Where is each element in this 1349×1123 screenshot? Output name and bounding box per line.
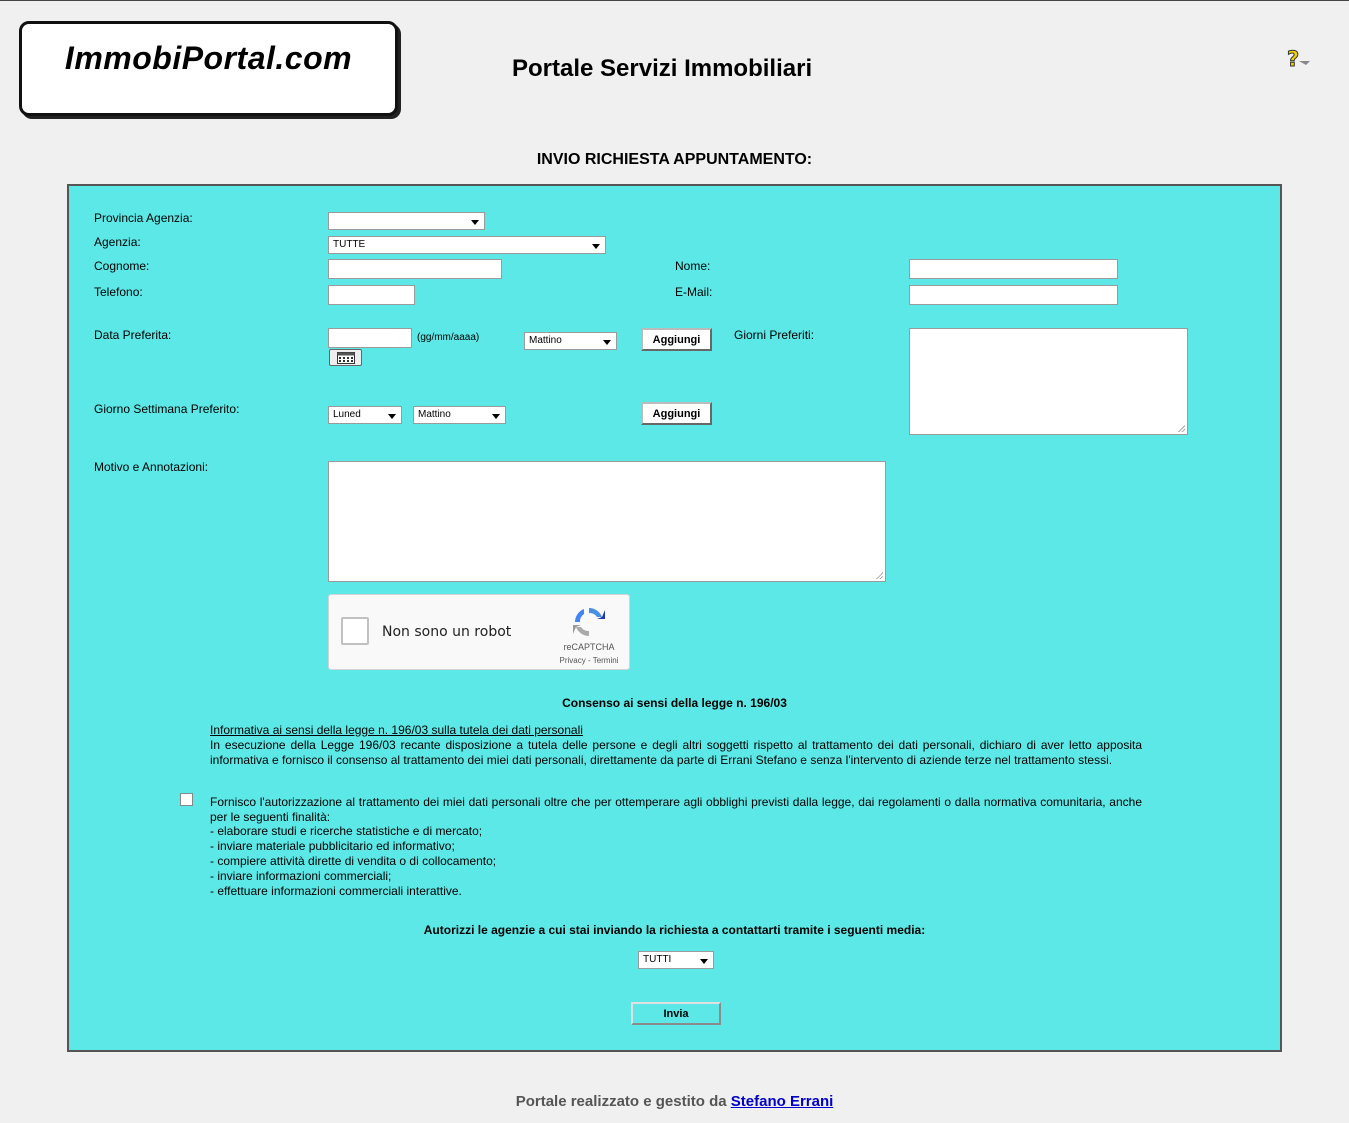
calendar-button[interactable]	[329, 349, 362, 366]
media-select[interactable]: TUTTI	[638, 951, 714, 969]
giorni-preferiti-textarea[interactable]	[909, 328, 1188, 435]
agenzia-select[interactable]: TUTTE	[328, 236, 606, 254]
chevron-down-icon	[388, 414, 396, 419]
privacy-info-text: In esecuzione della Legge 196/03 recante…	[210, 738, 1142, 767]
giorno-settimana-value: Luned	[333, 409, 361, 420]
data-fascia-select[interactable]: Mattino	[524, 332, 617, 350]
consent-title: Consenso ai sensi della legge n. 196/03	[562, 696, 787, 710]
top-border	[0, 0, 1349, 1]
giorno-settimana-select[interactable]: Luned	[328, 406, 402, 424]
logo-text: ImmobiPortal.com	[64, 40, 353, 76]
telefono-input[interactable]	[328, 285, 415, 305]
data-preferita-input[interactable]	[328, 328, 412, 348]
recaptcha-brand: reCAPTCHA	[563, 642, 615, 652]
privacy-consent-checkbox[interactable]	[180, 793, 193, 806]
consent-auth-text: Fornisco l'autorizzazione al trattamento…	[210, 795, 1142, 824]
nome-label: Nome:	[675, 259, 711, 273]
list-item: - effettuare informazioni commerciali in…	[210, 884, 462, 898]
provincia-label: Provincia Agenzia:	[94, 211, 193, 225]
list-item: - compiere attività dirette di vendita o…	[210, 854, 497, 868]
motivo-textarea[interactable]	[328, 461, 886, 582]
media-title: Autorizzi le agenzie a cui stai inviando…	[423, 923, 926, 937]
chevron-down-icon	[592, 244, 600, 249]
email-input[interactable]	[909, 285, 1118, 305]
site-logo[interactable]: ImmobiPortal.com	[19, 21, 398, 116]
giorno-fascia-value: Mattino	[418, 409, 451, 420]
giorno-fascia-select[interactable]: Mattino	[413, 406, 506, 424]
telefono-label: Telefono:	[94, 285, 143, 299]
date-format-hint: (gg/mm/aaaa)	[417, 332, 480, 343]
giorni-preferiti-label: Giorni Preferiti:	[734, 328, 815, 342]
recaptcha-logo-icon	[573, 608, 605, 636]
email-label: E-Mail:	[675, 285, 713, 299]
data-fascia-value: Mattino	[529, 335, 562, 346]
cognome-label: Cognome:	[94, 259, 150, 273]
appointment-form: Provincia Agenzia: Agenzia: TUTTE Cognom…	[67, 184, 1282, 1052]
author-link[interactable]: Stefano Errani	[731, 1093, 834, 1110]
site-title: Portale Servizi Immobiliari	[512, 55, 813, 82]
recaptcha-checkbox[interactable]	[341, 617, 369, 645]
footer-text: Portale realizzato e gestito da	[515, 1093, 727, 1110]
resize-grip-icon[interactable]	[1178, 425, 1185, 432]
page-heading: INVIO RICHIESTA APPUNTAMENTO:	[536, 151, 813, 168]
calendar-icon	[336, 351, 355, 364]
chevron-down-icon	[700, 959, 708, 964]
resize-grip-icon[interactable]	[876, 572, 883, 579]
footer: Portale realizzato e gestito da Stefano …	[0, 1093, 1349, 1110]
provincia-select[interactable]	[328, 212, 485, 230]
privacy-info-link[interactable]: Informativa ai sensi della legge n. 196/…	[210, 723, 583, 737]
recaptcha-links[interactable]: Privacy - Termini	[554, 656, 624, 665]
chevron-down-icon	[492, 414, 500, 419]
data-preferita-label: Data Preferita:	[94, 328, 172, 342]
motivo-label: Motivo e Annotazioni:	[94, 460, 209, 474]
agenzia-label: Agenzia:	[94, 235, 141, 249]
recaptcha-label: Non sono un robot	[382, 624, 512, 640]
consent-purposes-list: - elaborare studi e ricerche statistiche…	[210, 824, 496, 899]
help-question-icon[interactable]: ?	[1286, 47, 1312, 71]
agenzia-value: TUTTE	[333, 239, 366, 250]
aggiungi-giorno-button[interactable]: Aggiungi	[641, 402, 712, 425]
giorno-settimana-label: Giorno Settimana Preferito:	[94, 402, 240, 416]
media-value: TUTTI	[643, 954, 672, 965]
submit-button[interactable]: Invia	[631, 1002, 721, 1025]
nome-input[interactable]	[909, 259, 1118, 279]
recaptcha-widget: Non sono un robot reCAPTCHA Privacy - Te…	[328, 594, 630, 670]
aggiungi-data-button[interactable]: Aggiungi	[641, 328, 712, 351]
cognome-input[interactable]	[328, 259, 502, 279]
list-item: - elaborare studi e ricerche statistiche…	[210, 824, 483, 838]
list-item: - inviare informazioni commerciali;	[210, 869, 392, 883]
list-item: - inviare materiale pubblicitario ed inf…	[210, 839, 455, 853]
chevron-down-icon	[471, 220, 479, 225]
chevron-down-icon	[603, 340, 611, 345]
svg-text:?: ?	[1287, 47, 1299, 71]
